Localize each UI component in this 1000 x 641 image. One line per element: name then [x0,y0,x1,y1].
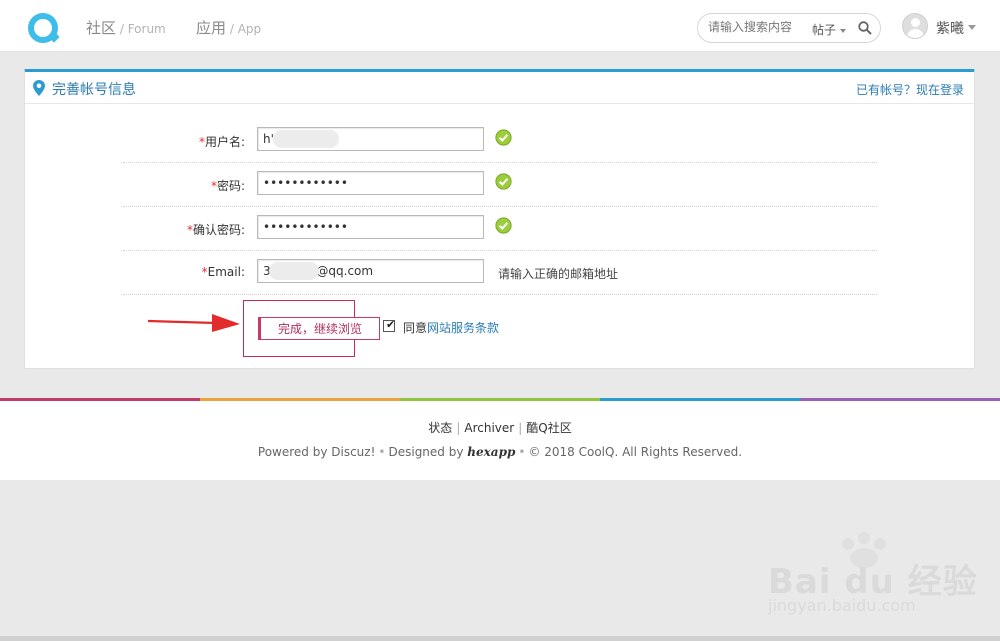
search-type-label: 帖子 [812,23,837,37]
password-row: *密码: [123,163,877,207]
footer-copyright: Powered by Discuz! • Designed by hexapp • © … [257,445,743,459]
user-chevron-down-icon[interactable] [968,25,976,30]
confirm-password-label: *确认密码: [186,223,245,237]
baidu-jingyan-watermark: Bai du 经验 jingyan.baidu.com [768,532,977,622]
search-type-dropdown[interactable]: 帖子 [812,21,847,38]
submit-continue-button[interactable]: 完成，继续浏览 [258,317,380,340]
email-label: *Email: [201,265,245,279]
footer-link-archiver[interactable]: Archiver [464,421,514,435]
check-ok-icon [495,129,512,146]
rainbow-divider [0,398,1000,401]
designer-brand: hexapp [467,445,516,459]
footer-links: 状态 | Archiver | 酷Q社区 [428,421,572,435]
nav-app-sub: / App [226,22,262,36]
username-row: *用户名: [123,119,877,163]
location-pin-icon [33,80,45,96]
bottom-scrollbar[interactable] [0,636,1000,641]
footer: 状态 | Archiver | 酷Q社区 Powered by Discuz! • Desi… [0,398,1000,480]
agree-prefix: 同意 [403,321,428,335]
confirm-password-row: *确认密码: [123,207,877,251]
redacted-blur [273,130,339,148]
username-label: *用户名: [198,135,245,149]
designed-by: Designed by [388,445,464,459]
agree-terms-checkbox[interactable]: ✔ [383,318,396,332]
footer-link-community[interactable]: 酷Q社区 [526,421,571,435]
password-field[interactable] [257,171,484,195]
annotation-arrow-icon [148,314,240,332]
copyright-text: © 2018 CoolQ. All Rights Reserved. [528,445,743,459]
check-ok-icon [495,217,512,234]
watermark-url: jingyan.baidu.com [768,596,916,615]
search-box: 帖子 [697,13,881,43]
check-ok-icon [495,173,512,190]
nav-forum-sub: / Forum [116,22,166,36]
checkmark-icon: ✔ [386,318,396,331]
agree-terms-text: 同意网站服务条款 [403,319,499,336]
nav-forum-label: 社区 [86,19,117,37]
avatar[interactable] [902,13,928,39]
search-input[interactable] [708,20,800,34]
user-name[interactable]: 紫曦 [936,18,964,38]
login-link[interactable]: 已有帐号？现在登录 [856,81,964,98]
terms-link[interactable]: 网站服务条款 [427,321,499,335]
powered-by: Powered by Discuz! [257,445,376,459]
panel-header: 完善帐号信息 已有帐号？现在登录 [25,72,974,104]
top-header: 社区 / Forum 应用 / App 帖子 紫曦 [0,0,1000,52]
email-row: *Email: 请输入正确的邮箱地址 [123,251,877,295]
nav-app[interactable]: 应用 / App [196,17,261,38]
site-logo-icon[interactable] [28,13,58,43]
password-label: *密码: [210,179,245,193]
panel-title: 完善帐号信息 [52,82,136,98]
submit-highlight-box: 完成，继续浏览 [243,300,380,357]
chevron-down-icon [840,28,847,33]
search-icon[interactable] [858,21,872,35]
nav-app-label: 应用 [196,19,227,37]
footer-link-status[interactable]: 状态 [428,421,452,435]
email-hint: 请输入正确的邮箱地址 [498,267,619,281]
confirm-password-field[interactable] [257,215,484,239]
redacted-blur [269,262,319,280]
nav-forum[interactable]: 社区 / Forum [86,17,166,38]
